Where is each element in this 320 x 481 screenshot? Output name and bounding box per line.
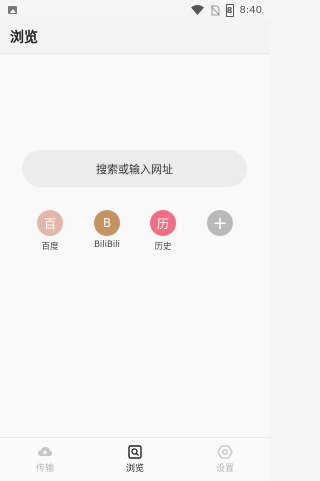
bilibili-icon-glyph: B xyxy=(102,216,112,230)
battery-icon: 8 xyxy=(225,3,234,17)
shortcut-label: 历史 xyxy=(154,242,172,252)
baidu-icon: 百 xyxy=(37,210,63,236)
shortcut-grid: 百 百度 B BiliBili 历 历史 + xyxy=(0,210,270,260)
nav-label-browse: 浏览 xyxy=(125,464,144,474)
shortcut-baidu[interactable]: 百 百度 xyxy=(22,210,78,252)
search-input[interactable]: 搜索或输入网址 xyxy=(22,150,247,187)
baidu-icon-glyph: 百 xyxy=(43,216,56,231)
shortcut-label: 百度 xyxy=(41,242,59,252)
image-notification-icon xyxy=(8,6,17,14)
browse-content: 搜索或输入网址 百 百度 B BiliBili 历 历史 + xyxy=(0,55,270,437)
page-title: 浏览 xyxy=(10,29,38,46)
search-placeholder: 搜索或输入网址 xyxy=(96,162,173,176)
wifi-icon xyxy=(190,5,204,15)
bilibili-icon: B xyxy=(94,210,120,236)
browse-search-icon xyxy=(128,445,142,459)
cloud-icon xyxy=(38,447,52,456)
bottom-nav: 传输 浏览 设置 xyxy=(0,437,270,481)
battery-level: 8 xyxy=(226,5,233,15)
shortcut-label: BiliBili xyxy=(94,240,120,250)
nav-label-transfer: 传输 xyxy=(35,464,54,474)
nav-item-settings[interactable]: 设置 xyxy=(180,438,270,481)
add-icon: + xyxy=(207,210,233,236)
shortcut-history[interactable]: 历 历史 xyxy=(135,210,191,252)
status-bar: 8 8:40 xyxy=(0,0,270,20)
no-sim-icon xyxy=(210,5,220,16)
history-icon: 历 xyxy=(150,210,176,236)
add-icon-glyph: + xyxy=(212,212,228,234)
clock: 8:40 xyxy=(239,4,262,16)
settings-gear-icon xyxy=(217,445,233,459)
nav-item-browse[interactable]: 浏览 xyxy=(90,438,180,481)
shortcut-add[interactable]: + xyxy=(192,210,248,240)
nav-label-settings: 设置 xyxy=(215,464,234,474)
nav-item-transfer[interactable]: 传输 xyxy=(0,438,90,481)
title-bar: 浏览 xyxy=(0,20,270,54)
shortcut-bilibili[interactable]: B BiliBili xyxy=(79,210,135,250)
history-icon-glyph: 历 xyxy=(156,216,169,231)
